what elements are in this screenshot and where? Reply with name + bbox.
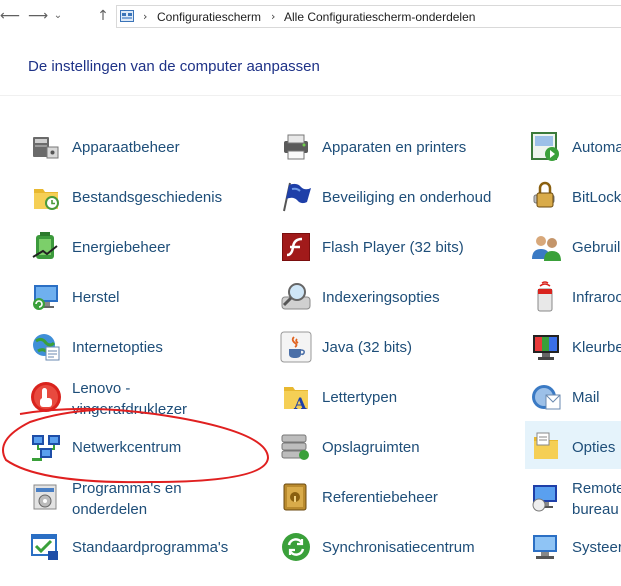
item-standaardprogrammas[interactable]: Standaardprogramma's (30, 531, 270, 579)
sync-center-icon (282, 533, 310, 561)
device-manager-icon (33, 137, 59, 159)
item-bestandsgeschiedenis[interactable]: Bestandsgeschiedenis (30, 181, 270, 229)
item-label: Lenovo - vingerafdruklezer (72, 380, 188, 418)
recovery-icon (33, 285, 58, 310)
item-systeem[interactable]: Systeer (530, 531, 621, 579)
system-icon (533, 535, 557, 559)
item-opties-verkenner[interactable]: Opties (530, 431, 621, 479)
item-label: Indexeringsopties (322, 289, 440, 306)
file-history-icon (34, 189, 59, 210)
breadcrumb-separator: › (271, 10, 276, 23)
item-label: Herstel (72, 289, 120, 306)
address-bar[interactable]: › Configuratiescherm › Alle Configuratie… (116, 5, 621, 28)
item-java[interactable]: Java (32 bits) (280, 331, 520, 379)
breadcrumb-control-panel[interactable]: Configuratiescherm (157, 9, 261, 25)
default-programs-icon (31, 534, 58, 560)
item-synchronisatiecentrum[interactable]: Synchronisatiecentrum (280, 531, 520, 579)
java-icon (280, 331, 312, 363)
item-opslagruimten[interactable]: Opslagruimten (280, 431, 520, 479)
item-lenovo-vingerafdruklezer[interactable]: Lenovo - vingerafdruklezer (30, 380, 270, 429)
item-label: Opties (572, 439, 616, 456)
folder-options-icon (534, 432, 558, 459)
back-arrow-icon[interactable]: ⟵ (0, 7, 20, 25)
breadcrumb-all-items[interactable]: Alle Configuratiescherm-onderdelen (284, 9, 475, 25)
breadcrumb-separator: › (143, 10, 148, 23)
item-kleurbeheer[interactable]: Kleurbe (530, 331, 621, 379)
power-options-icon (32, 232, 58, 259)
network-center-icon (32, 435, 60, 461)
item-label: Referentiebeheer (322, 489, 438, 506)
fonts-icon: A (284, 387, 308, 413)
item-label: Beveiliging en onderhoud (322, 189, 492, 206)
divider (0, 95, 621, 96)
item-label: Systeer (572, 539, 621, 556)
remote-desktop-icon (532, 485, 557, 512)
programs-icon (33, 484, 57, 510)
item-label: Mail (572, 389, 600, 406)
item-herstel[interactable]: Herstel (30, 281, 270, 329)
storage-spaces-icon (281, 434, 309, 460)
svg-text:A: A (293, 394, 307, 413)
internet-options-icon (33, 334, 60, 361)
indexing-icon (281, 283, 311, 310)
item-label: Apparaatbeheer (72, 139, 180, 156)
item-label: Synchronisatiecentrum (322, 539, 475, 556)
item-bitlocker[interactable]: BitLock (530, 181, 621, 229)
item-automatisch-afspelen[interactable]: Automa (530, 131, 621, 179)
item-label: BitLock (572, 189, 621, 206)
history-chevron-icon[interactable]: ⌄ (50, 7, 66, 25)
item-gebruikersaccounts[interactable]: Gebruil (530, 231, 621, 279)
item-referentiebeheer[interactable]: Referentiebeheer (280, 481, 520, 529)
item-label: Programma's en onderdelen (72, 480, 182, 518)
item-internetopties[interactable]: Internetopties (30, 331, 270, 379)
mail-icon (532, 385, 561, 410)
item-label: Apparaten en printers (322, 139, 467, 156)
color-management-icon (533, 335, 559, 360)
item-label: Standaardprogramma's (72, 539, 229, 556)
up-arrow-icon[interactable]: ↑ (95, 7, 111, 25)
item-label: Kleurbe (572, 339, 621, 356)
credential-manager-icon (283, 483, 307, 511)
item-label: Infraroo (572, 289, 621, 306)
item-label: Gebruil (572, 239, 621, 256)
item-netwerkcentrum[interactable]: Netwerkcentrum (30, 431, 270, 479)
item-label: Internetopties (72, 339, 163, 356)
infrared-icon (537, 281, 553, 312)
item-energiebeheer[interactable]: Energiebeheer (30, 231, 270, 279)
forward-arrow-icon[interactable]: ⟶ (28, 7, 48, 25)
devices-printers-icon (284, 134, 308, 160)
item-apparaatbeheer[interactable]: Apparaatbeheer (30, 131, 270, 179)
item-remote-desktop[interactable]: Remote bureau (530, 481, 621, 529)
bitlocker-icon (533, 181, 555, 208)
page-title: De instellingen van de computer aanpasse… (28, 58, 320, 75)
item-mail[interactable]: Mail (530, 381, 621, 429)
item-infrarood[interactable]: Infraroo (530, 281, 621, 329)
item-label: Java (32 bits) (322, 339, 413, 356)
item-label: Automa (572, 139, 621, 156)
item-label: Netwerkcentrum (72, 439, 182, 456)
item-label: Energiebeheer (72, 239, 171, 256)
item-beveiliging-en-onderhoud[interactable]: Beveiliging en onderhoud (280, 181, 520, 229)
item-lettertypen[interactable]: A Lettertypen (280, 381, 520, 429)
flash-icon (282, 233, 310, 261)
item-flash-player[interactable]: Flash Player (32 bits) (280, 231, 520, 279)
users-icon (532, 236, 561, 261)
fingerprint-icon (31, 382, 61, 412)
item-label: Lettertypen (322, 389, 398, 406)
item-apparaten-en-printers[interactable]: Apparaten en printers (280, 131, 520, 179)
item-indexeringsopties[interactable]: Indexeringsopties (280, 281, 520, 329)
security-flag-icon (283, 182, 311, 212)
item-label: Bestandsgeschiedenis (72, 189, 223, 206)
item-programmas-en-onderdelen[interactable]: Programma's en onderdelen (30, 480, 270, 529)
item-label: Opslagruimten (322, 439, 420, 456)
autoplay-icon (531, 132, 559, 161)
navigation-bar: ⟵ ⟶ ⌄ ↑ › Configuratiescherm › Alle Conf… (0, 0, 621, 34)
control-panel-icon (120, 10, 134, 22)
item-label: Flash Player (32 bits) (322, 239, 464, 256)
item-label: Remote bureau (572, 481, 621, 518)
